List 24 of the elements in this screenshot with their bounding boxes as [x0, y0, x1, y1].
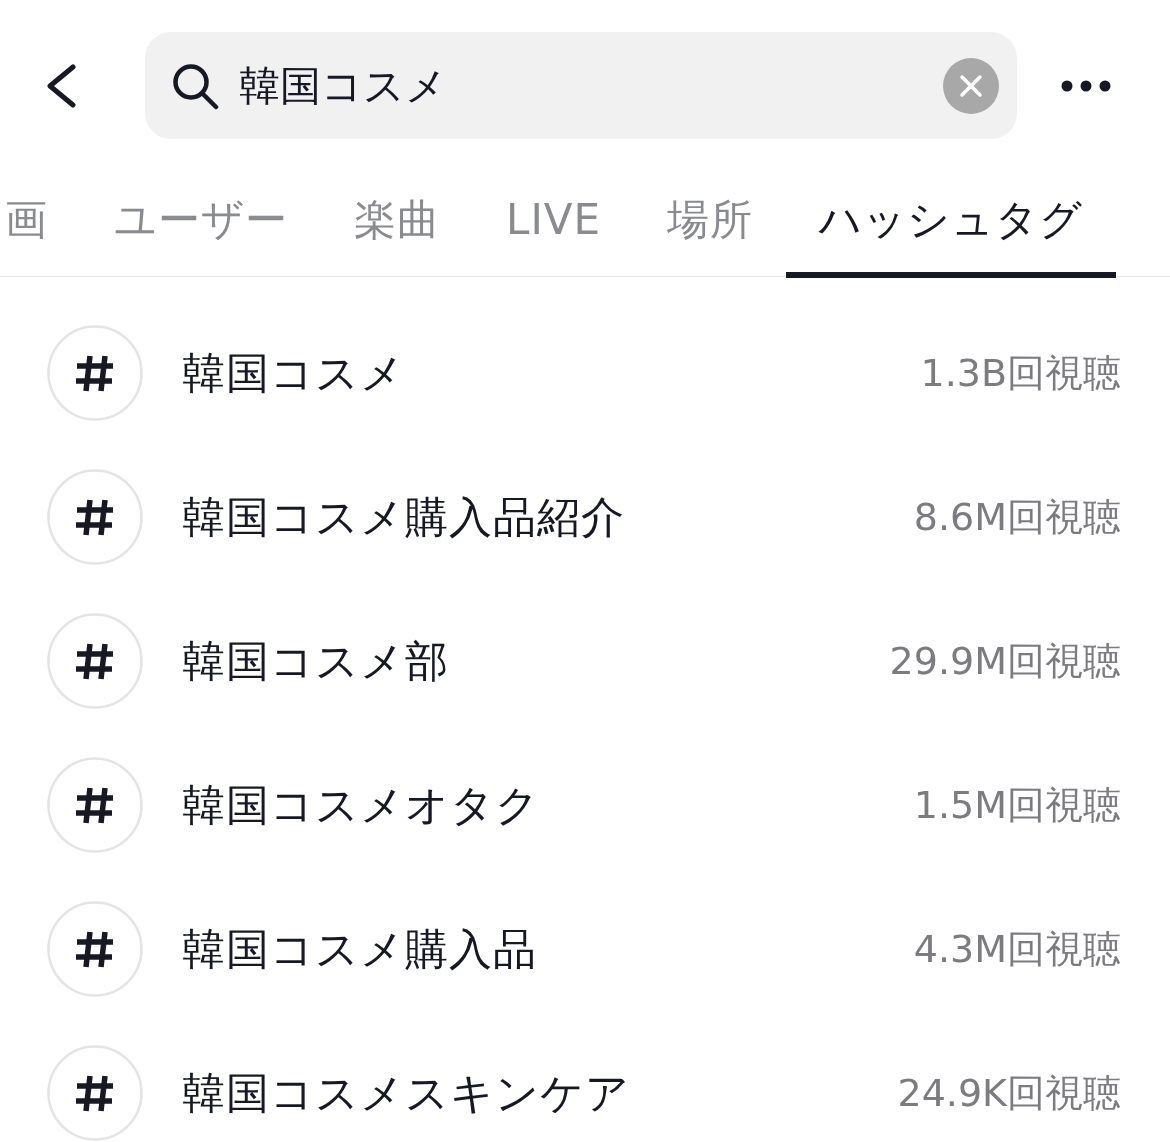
hashtag-icon	[47, 469, 143, 565]
search-icon	[171, 61, 219, 110]
view-count: 1.3B回視聴	[920, 350, 1121, 397]
more-icon[interactable]	[1061, 79, 1111, 92]
hashtag-icon	[47, 613, 143, 709]
search-field[interactable]: 韓国コスメ	[145, 32, 1017, 139]
hashtag-icon	[47, 901, 143, 997]
hashtag-name[interactable]: 韓国コスメオタク	[182, 777, 540, 833]
view-count: 4.3M回視聴	[913, 926, 1121, 973]
hashtag-name[interactable]: 韓国コスメスキンケア	[182, 1065, 630, 1121]
hashtag-name[interactable]: 韓国コスメ購入品	[182, 921, 537, 977]
view-count: 1.5M回視聴	[913, 782, 1121, 829]
hashtag-icon	[47, 325, 143, 421]
search-query: 韓国コスメ	[239, 60, 448, 112]
view-count: 8.6M回視聴	[913, 494, 1121, 541]
view-count: 24.9K回視聴	[897, 1070, 1121, 1117]
tab[interactable]: ハッシュタグ	[786, 191, 1117, 278]
hashtag-name[interactable]: 韓国コスメ部	[182, 633, 449, 689]
hashtag-name[interactable]: 韓国コスメ購入品紹介	[182, 489, 625, 545]
hashtag-name[interactable]: 韓国コスメ	[182, 345, 405, 401]
hashtag-icon	[47, 1045, 143, 1141]
back-icon[interactable]	[46, 63, 76, 108]
hashtag-icon	[47, 757, 143, 853]
view-count: 29.9M回視聴	[889, 638, 1121, 685]
